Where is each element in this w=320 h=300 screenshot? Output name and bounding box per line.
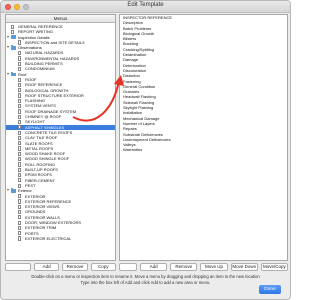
folder-icon — [11, 45, 16, 50]
document-icon — [18, 172, 22, 178]
document-icon — [18, 82, 22, 88]
inspection-item-label: Warranties — [123, 147, 143, 153]
document-icon — [18, 225, 22, 231]
menus-add-button[interactable]: Add — [34, 263, 60, 271]
items-remove-button[interactable]: Remove — [170, 263, 198, 271]
disclosure-triangle-icon[interactable] — [7, 189, 9, 192]
done-button[interactable]: Done — [259, 285, 281, 294]
folder-icon — [11, 34, 16, 40]
document-icon — [18, 40, 22, 45]
menus-copy-button[interactable]: Copy — [90, 263, 116, 271]
document-icon — [18, 93, 22, 98]
menus-header: Menus — [6, 15, 115, 23]
edit-template-window: Edit Template Menus GENERAL REFERENCE REP… — [0, 0, 291, 300]
document-icon — [18, 109, 22, 114]
window-title: Edit Template — [127, 2, 164, 8]
menus-remove-button[interactable]: Remove — [62, 263, 88, 271]
document-icon — [18, 56, 22, 61]
document-icon — [18, 194, 22, 199]
document-icon — [18, 204, 22, 209]
document-icon — [18, 61, 22, 66]
items-add-button[interactable]: Add — [140, 263, 168, 271]
inspection-item[interactable]: Warranties — [120, 147, 287, 152]
menu-item[interactable]: EXTERIOR ELECTRICAL — [6, 236, 115, 241]
document-icon — [18, 215, 22, 220]
help-text-2: Type into the box left of Add and click … — [80, 279, 211, 285]
items-button-row: Add Remove Move Up Move Down Move/Copy — [119, 263, 289, 271]
move-up-button[interactable]: Move Up — [200, 263, 228, 271]
document-icon — [18, 135, 22, 141]
document-icon — [18, 167, 22, 172]
disclosure-triangle-icon[interactable] — [7, 46, 9, 49]
document-icon — [18, 151, 22, 156]
title-bar: Edit Template — [1, 1, 290, 13]
menus-tree[interactable]: GENERAL REFERENCE REPORT WRITING Inspectio… — [6, 24, 115, 260]
document-icon — [18, 119, 22, 125]
folder-icon — [11, 188, 16, 193]
document-icon — [18, 77, 22, 82]
document-icon — [18, 183, 22, 188]
menus-add-input[interactable] — [5, 263, 31, 271]
move-down-button[interactable]: Move Down — [230, 263, 258, 271]
folder-icon — [11, 71, 16, 77]
document-icon — [18, 209, 22, 215]
document-icon — [18, 231, 22, 236]
items-add-input[interactable] — [119, 263, 137, 271]
move-copy-button[interactable]: Move/Copy — [260, 263, 289, 271]
document-icon — [18, 178, 22, 183]
document-icon — [18, 104, 22, 109]
document-icon — [18, 146, 22, 151]
document-icon — [18, 125, 22, 130]
document-icon — [18, 157, 22, 162]
document-icon — [18, 114, 22, 119]
document-icon — [18, 162, 22, 167]
document-icon — [18, 141, 22, 146]
items-panel: INSPECTOR REFERENCE Description Batch Prob… — [119, 14, 288, 261]
document-icon — [11, 29, 15, 35]
document-icon — [18, 199, 22, 204]
document-icon — [18, 98, 22, 103]
menu-item-label: EXTERIOR ELECTRICAL — [25, 235, 72, 241]
menus-panel: Menus GENERAL REFERENCE REPORT WRITING Ins… — [5, 14, 116, 261]
document-icon — [18, 51, 22, 56]
disclosure-triangle-icon[interactable] — [7, 35, 9, 38]
document-icon — [18, 220, 22, 225]
document-icon — [18, 236, 22, 241]
menus-button-row: Add Remove Copy — [5, 263, 116, 271]
document-icon — [18, 88, 22, 93]
items-list[interactable]: INSPECTOR REFERENCE Description Batch Prob… — [120, 15, 287, 260]
document-icon — [11, 24, 15, 29]
disclosure-triangle-icon[interactable] — [7, 72, 9, 75]
document-icon — [18, 66, 22, 72]
document-icon — [18, 130, 22, 135]
